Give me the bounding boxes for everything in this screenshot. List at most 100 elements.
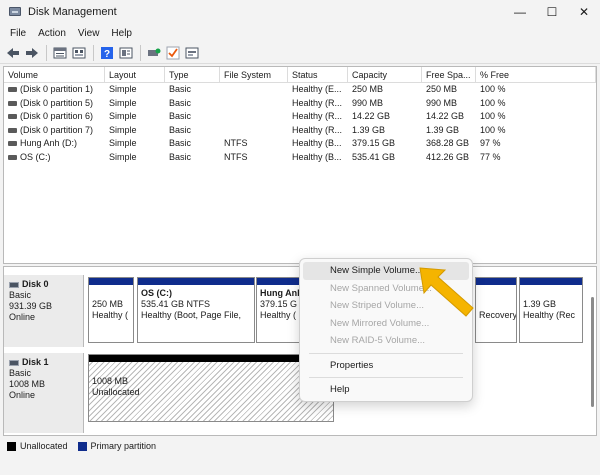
partition-os-c[interactable]: OS (C:) 535.41 GB NTFS Healthy (Boot, Pa… — [137, 277, 255, 343]
partition-size: 1008 MB — [92, 376, 129, 386]
table-row[interactable]: OS (C:) Simple Basic NTFS Healthy (B... 535.4… — [4, 151, 596, 165]
maximize-button[interactable]: ☐ — [536, 0, 568, 24]
window-title: Disk Management — [28, 6, 117, 18]
cell-volume: (Disk 0 partition 7) — [4, 124, 105, 138]
cell-layout: Simple — [109, 84, 137, 94]
cell-free-space: 368.28 GB — [426, 138, 470, 148]
cell-file-system: NTFS — [224, 151, 248, 162]
disk-status: Online — [9, 312, 36, 322]
minimize-button[interactable]: — — [504, 0, 536, 24]
partition-status: Healthy (Rec — [523, 310, 576, 320]
partition-status: Unallocated — [92, 387, 140, 397]
cell-file-system — [220, 97, 288, 111]
disk-management-icon — [8, 5, 22, 19]
cell-type: Basic — [169, 138, 192, 148]
menu-action[interactable]: Action — [32, 28, 72, 39]
cell-layout: Simple — [109, 124, 137, 135]
help-icon[interactable]: ? — [98, 44, 116, 62]
volume-icon — [8, 87, 17, 93]
menu-item-help[interactable]: Help — [303, 381, 469, 399]
partition-unallocated[interactable]: 1008 MB Unallocated — [88, 354, 334, 422]
legend-swatch — [7, 441, 16, 451]
menu-help[interactable]: Help — [105, 28, 138, 39]
disk-name: Disk 0 — [22, 279, 49, 289]
column-header-type[interactable]: Type — [165, 67, 220, 83]
volume-icon — [8, 141, 17, 147]
refresh-icon[interactable] — [70, 44, 88, 62]
table-row[interactable]: (Disk 0 partition 7) Simple Basic Healthy (… — [4, 124, 596, 138]
settings-icon[interactable] — [183, 44, 201, 62]
menu-item-properties[interactable]: Properties — [303, 357, 469, 375]
table-row[interactable]: Hung Anh (D:) Simple Basic NTFS Healthy (B..… — [4, 137, 596, 151]
table-row[interactable]: (Disk 0 partition 5) Simple Basic Healthy (… — [4, 97, 596, 111]
column-header-volume[interactable]: Volume — [4, 67, 105, 83]
volume-list: Volume Layout Type File System Status Ca… — [3, 66, 597, 264]
menu-item-new-raid5-volume[interactable]: New RAID-5 Volume... — [303, 332, 469, 350]
cell-percent-free: 77 % — [480, 151, 501, 162]
menu-file[interactable]: File — [4, 28, 32, 39]
cell-layout: Simple — [109, 138, 137, 148]
cell-layout: Simple — [109, 151, 137, 162]
cell-volume: Hung Anh (D:) — [4, 137, 105, 151]
table-row[interactable]: (Disk 0 partition 1) Simple Basic Healthy (… — [4, 83, 596, 97]
volume-name: (Disk 0 partition 5) — [20, 97, 94, 108]
pointer-arrow-icon — [419, 267, 474, 317]
menu-view[interactable]: View — [72, 28, 106, 39]
svg-text:?: ? — [104, 49, 110, 60]
disk-0-label[interactable]: Disk 0 Basic 931.39 GB Online — [4, 275, 84, 347]
partition-size: 379.15 G — [260, 299, 298, 309]
volume-name: OS (C:) — [20, 151, 51, 162]
volume-list-body: (Disk 0 partition 1) Simple Basic Healthy (… — [4, 83, 596, 164]
volume-icon — [8, 154, 17, 160]
legend-swatch — [77, 441, 87, 451]
list-view-icon[interactable] — [51, 44, 69, 62]
volume-name: (Disk 0 partition 6) — [20, 111, 94, 121]
column-header-layout[interactable]: Layout — [105, 67, 165, 83]
volume-icon — [8, 100, 17, 106]
disk-name: Disk 1 — [22, 357, 49, 367]
menu-bar: File Action View Help — [0, 24, 600, 42]
disk-status: Online — [9, 390, 36, 400]
table-row[interactable]: (Disk 0 partition 6) Simple Basic Healthy (… — [4, 110, 596, 124]
partition-disk0-1[interactable]: 250 MB Healthy ( — [88, 277, 134, 343]
column-header-status[interactable]: Status — [288, 67, 348, 83]
partition-recovery-2[interactable]: 1.39 GB Healthy (Rec — [519, 277, 583, 343]
column-header-file-system[interactable]: File System — [220, 67, 288, 83]
disk-1-label[interactable]: Disk 1 Basic 1008 MB Online — [4, 353, 84, 433]
vertical-scrollbar[interactable] — [591, 297, 594, 407]
legend-label: Unallocated — [20, 441, 68, 451]
cell-file-system — [220, 110, 288, 124]
back-icon[interactable] — [4, 44, 22, 62]
check-icon[interactable] — [164, 44, 182, 62]
connect-icon[interactable] — [145, 44, 163, 62]
disk-type: Basic — [9, 290, 32, 300]
properties-icon[interactable] — [117, 44, 135, 62]
cell-capacity: 990 MB — [352, 97, 384, 108]
volume-name: (Disk 0 partition 1) — [20, 84, 94, 94]
cell-free-space: 990 MB — [426, 97, 458, 108]
cell-status: Healthy (R... — [292, 97, 343, 108]
window-controls: — ☐ ✕ — [504, 0, 600, 24]
volume-name: Hung Anh (D:) — [20, 138, 78, 148]
forward-icon[interactable] — [23, 44, 41, 62]
cell-free-space: 1.39 GB — [426, 124, 460, 135]
cell-capacity: 379.15 GB — [352, 138, 396, 148]
toolbar-separator — [93, 44, 94, 61]
column-header-capacity[interactable]: Capacity — [348, 67, 422, 83]
partition-hung-anh-d[interactable]: Hung Anh 379.15 G Healthy ( — [256, 277, 304, 343]
toolbar-separator — [140, 44, 141, 61]
cell-layout: Simple — [109, 111, 137, 121]
cell-status: Healthy (E... — [292, 84, 342, 94]
partition-name: Hung Anh — [260, 288, 303, 298]
column-header-percent-free[interactable]: % Free — [476, 67, 596, 83]
title-bar: Disk Management — ☐ ✕ — [0, 0, 600, 24]
volume-list-header: Volume Layout Type File System Status Ca… — [4, 67, 596, 83]
cell-percent-free: 100 % — [480, 111, 506, 121]
close-button[interactable]: ✕ — [568, 0, 600, 24]
column-header-free-space[interactable]: Free Spa... — [422, 67, 476, 83]
cell-percent-free: 97 % — [480, 138, 501, 148]
partition-status: Healthy (Boot, Page File, — [141, 310, 242, 320]
cell-type: Basic — [169, 84, 192, 94]
cell-percent-free: 100 % — [480, 97, 506, 108]
cell-volume: (Disk 0 partition 6) — [4, 110, 105, 124]
